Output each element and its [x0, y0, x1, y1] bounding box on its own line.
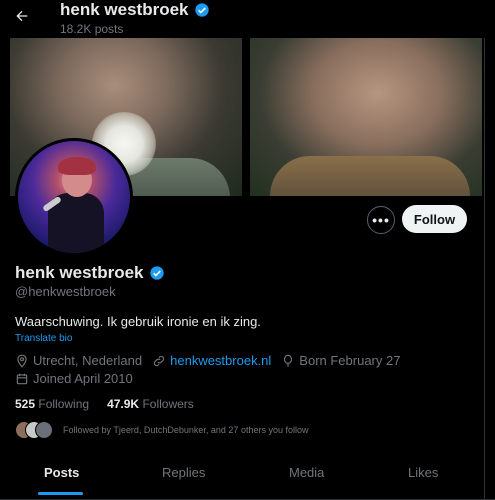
- verified-badge-icon: [194, 3, 209, 17]
- avatar[interactable]: [15, 138, 133, 256]
- display-name: henk westbroek: [15, 263, 144, 282]
- follow-button[interactable]: Follow: [402, 205, 467, 233]
- following-link[interactable]: 525 Following: [15, 397, 89, 411]
- scrollbar-edge: [484, 0, 495, 499]
- joined-date: Joined April 2010: [15, 371, 133, 386]
- profile-meta: Utrecht, Nederland henkwestbroek.nl Born…: [15, 353, 410, 368]
- profile-meta-joined: Joined April 2010: [15, 371, 143, 386]
- more-options-button[interactable]: •••: [367, 206, 395, 234]
- birthday: Born February 27: [281, 353, 400, 368]
- header-name: henk westbroek: [60, 0, 189, 19]
- active-tab-indicator: [38, 492, 83, 495]
- verified-badge-icon: [149, 266, 164, 280]
- followed-by[interactable]: Followed by Tjeerd, DutchDebunker, and 2…: [15, 421, 308, 439]
- banner-image-right: [250, 38, 482, 196]
- arrow-left-icon: [16, 10, 28, 22]
- website-link[interactable]: henkwestbroek.nl: [170, 353, 271, 368]
- link-icon: [154, 355, 165, 366]
- location-pin-icon: [17, 354, 27, 368]
- posts-count: 18.2K posts: [60, 22, 124, 36]
- profile-name-row: henk westbroek: [15, 263, 165, 283]
- balloon-icon: [284, 354, 293, 367]
- header-title: henk westbroek 18.2K posts: [60, 0, 210, 37]
- follow-stats: 525 Following 47.9K Followers: [15, 397, 194, 411]
- tab-posts[interactable]: Posts: [44, 465, 79, 480]
- back-button[interactable]: [10, 4, 34, 28]
- location: Utrecht, Nederland: [15, 353, 142, 368]
- tab-replies[interactable]: Replies: [162, 465, 205, 480]
- translate-bio-link[interactable]: Translate bio: [15, 333, 72, 344]
- tab-likes[interactable]: Likes: [408, 465, 438, 480]
- avatar: [35, 421, 53, 439]
- calendar-icon: [16, 373, 28, 384]
- handle: @henkwestbroek: [15, 284, 116, 299]
- follower-avatars: [15, 421, 55, 439]
- bio-text: Waarschuwing. Ik gebruik ironie en ik zi…: [15, 314, 261, 329]
- followed-by-text: Followed by Tjeerd, DutchDebunker, and 2…: [63, 425, 309, 435]
- profile-tabs: Posts Replies Media Likes: [0, 455, 495, 500]
- tab-media[interactable]: Media: [289, 465, 324, 480]
- more-options-icon: •••: [372, 212, 390, 228]
- top-bar: henk westbroek 18.2K posts: [0, 0, 495, 38]
- website: henkwestbroek.nl: [152, 353, 271, 368]
- followers-link[interactable]: 47.9K Followers: [107, 397, 194, 411]
